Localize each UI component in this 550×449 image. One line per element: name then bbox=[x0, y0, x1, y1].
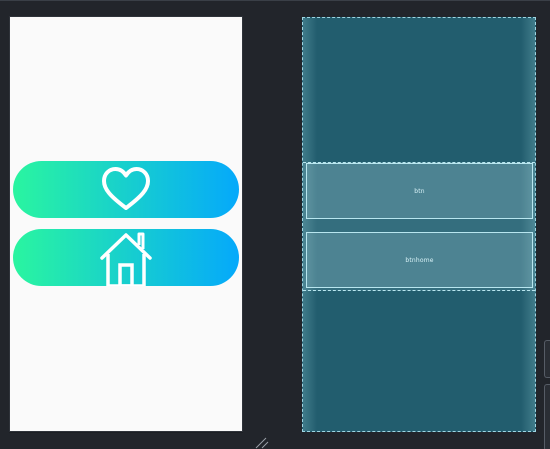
side-panel-tab[interactable] bbox=[544, 340, 550, 378]
blueprint-button-btnhome[interactable]: btnhome bbox=[306, 232, 533, 288]
blueprint-preview[interactable]: btn btnhome bbox=[302, 17, 536, 432]
heart-button[interactable] bbox=[13, 161, 239, 218]
home-button[interactable] bbox=[13, 229, 239, 286]
design-preview[interactable] bbox=[10, 17, 242, 431]
toolbar-divider bbox=[0, 0, 550, 1]
resize-handle-icon[interactable] bbox=[255, 437, 269, 449]
blueprint-button-btn[interactable]: btn bbox=[306, 163, 533, 219]
side-panel-tab[interactable] bbox=[544, 384, 550, 449]
heart-icon bbox=[102, 166, 150, 210]
home-icon bbox=[100, 232, 152, 286]
layout-editor: btn btnhome bbox=[0, 0, 550, 449]
